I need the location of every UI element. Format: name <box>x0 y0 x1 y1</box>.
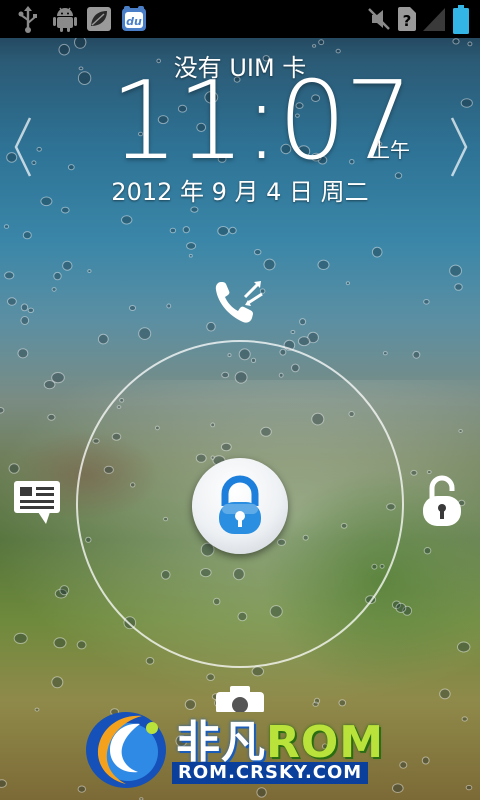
vibrate-mute-icon <box>368 8 390 30</box>
battery-icon <box>453 5 469 34</box>
watermark-title-rom: ROM <box>266 717 385 768</box>
raindrop <box>3 224 10 229</box>
raindrop <box>138 327 152 340</box>
raindrop <box>6 297 17 306</box>
no-sim-icon: ? <box>398 7 416 31</box>
raindrop <box>423 547 432 555</box>
raindrop <box>20 316 30 325</box>
raindrop <box>206 673 215 682</box>
raindrop <box>317 259 330 270</box>
clock-time: 11:07 <box>110 59 413 184</box>
raindrop <box>27 307 34 313</box>
raindrop <box>449 264 463 277</box>
raindrop <box>297 336 311 347</box>
raindrop <box>76 640 87 650</box>
raindrop <box>290 330 296 334</box>
raindrop <box>51 287 57 292</box>
raindrop <box>382 351 388 356</box>
raindrop <box>228 226 237 235</box>
raindrop <box>457 641 471 653</box>
raindrop <box>166 303 172 309</box>
raindrop <box>87 269 92 274</box>
raindrop <box>145 657 155 665</box>
raindrop <box>121 215 133 225</box>
raindrop <box>59 585 70 596</box>
date-label: 2012 年 9 月 4 日 周二 <box>111 178 369 206</box>
raindrop <box>17 348 29 359</box>
raindrop <box>51 676 64 689</box>
raindrop <box>395 602 407 614</box>
raindrop <box>8 463 20 474</box>
status-bar[interactable]: du ? <box>0 0 480 38</box>
raindrop <box>299 318 307 326</box>
raindrop <box>412 350 421 359</box>
lock-screen: du ? 没有 UIM 卡 11:07 上午 2012 年 9 月 4 日 周二 <box>0 0 480 800</box>
raindrop <box>53 637 67 649</box>
raindrop <box>97 333 109 345</box>
clock-ampm: 上午 <box>370 138 410 162</box>
raindrop <box>251 666 264 677</box>
raindrop <box>423 299 430 305</box>
raindrop <box>318 39 325 46</box>
message-icon[interactable] <box>12 478 64 528</box>
raindrop <box>47 413 56 421</box>
raindrop <box>410 469 418 476</box>
raindrop <box>67 164 75 171</box>
svg-text:?: ? <box>403 12 412 30</box>
raindrop <box>61 206 70 214</box>
signal-icon <box>423 8 445 31</box>
raindrop <box>51 372 65 384</box>
leaf-app-icon <box>87 7 111 31</box>
raindrop <box>43 380 56 390</box>
watermark-logo-icon <box>86 712 166 788</box>
raindrop <box>345 281 350 286</box>
watermark-title-cn: 非凡 <box>176 717 266 768</box>
raindrop <box>74 35 87 49</box>
raindrop <box>0 779 7 788</box>
du-app-icon: du <box>122 6 146 31</box>
lock-icon <box>219 475 261 534</box>
raindrop <box>22 231 32 240</box>
android-debug-icon <box>53 7 77 32</box>
lock-handle-button[interactable] <box>192 458 288 554</box>
raindrop <box>439 688 451 700</box>
call-icon[interactable] <box>212 276 268 328</box>
raindrop <box>182 226 190 234</box>
raindrop <box>454 283 463 291</box>
raindrop <box>20 303 29 312</box>
raindrop <box>312 44 317 48</box>
raindrop <box>186 242 197 250</box>
raindrop <box>188 253 193 258</box>
usb-icon <box>18 6 37 33</box>
raindrop <box>36 146 42 152</box>
raindrop <box>13 632 28 645</box>
raindrop <box>34 707 40 712</box>
raindrop <box>460 98 473 108</box>
raindrop <box>190 206 199 213</box>
raindrop <box>169 227 177 234</box>
raindrop <box>421 756 430 765</box>
raindrop <box>0 407 5 414</box>
raindrop <box>371 246 383 258</box>
svg-text:du: du <box>126 15 142 28</box>
raindrop <box>263 258 276 271</box>
raindrop <box>4 271 15 280</box>
raindrop <box>452 38 460 45</box>
unlock-icon[interactable] <box>418 472 466 530</box>
raindrop <box>217 226 230 236</box>
raindrop <box>128 305 137 311</box>
raindrop <box>62 260 73 271</box>
raindrop <box>465 784 473 791</box>
raindrop <box>254 249 262 256</box>
watermark-url: ROM.CRSKY.COM <box>172 762 369 784</box>
raindrop <box>458 429 463 433</box>
raindrop <box>467 41 473 47</box>
raindrop <box>53 271 62 281</box>
watermark-title: 非凡ROM <box>176 706 384 770</box>
watermark: 非凡ROM ROM.CRSKY.COM <box>80 700 410 795</box>
raindrop <box>461 716 468 722</box>
